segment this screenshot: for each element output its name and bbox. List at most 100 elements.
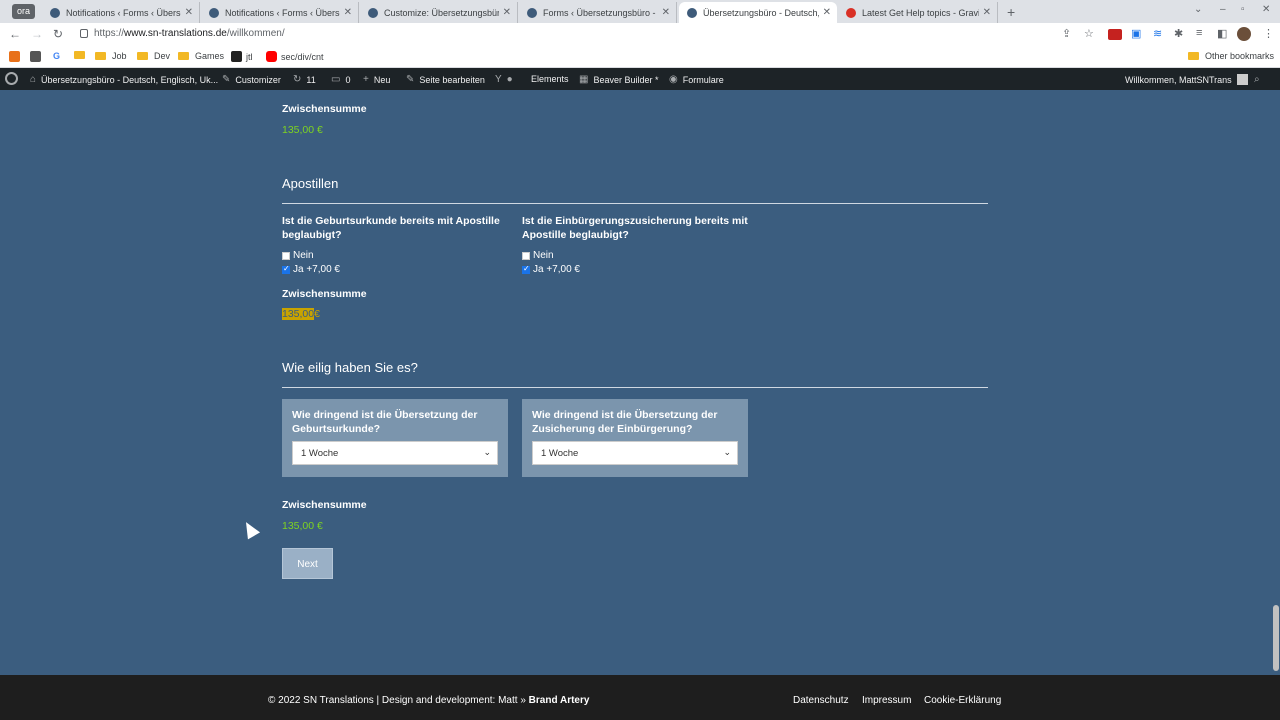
checkbox-birth-yes[interactable]: Ja +7,00 € [282,264,340,275]
address-bar-row: ← → ↻ https://www.sn-translations.de/wil… [0,23,1280,46]
bookmark-folder-unnamed[interactable] [74,51,91,59]
bookmark-apps[interactable] [9,51,24,62]
close-tab-icon[interactable]: ✕ [344,7,352,18]
footer-link-datenschutz[interactable]: Datenschutz [793,695,849,706]
wp-updates[interactable]: ↻ 11 [293,74,316,85]
tab-forms[interactable]: Forms ‹ Übersetzungsbüro - D ✕ [519,2,677,23]
select-value: 1 Woche [541,448,579,459]
wp-updates-count: 11 [306,74,316,85]
brand-artery-link[interactable]: Brand Artery [529,695,590,706]
tab-title: Notifications ‹ Forms ‹ Überse [225,7,340,18]
tab-active-site[interactable]: Übersetzungsbüro - Deutsch, E ✕ [679,2,837,23]
wp-yoast[interactable]: Y ● [495,74,518,85]
urgency-panel-naturalization: Wie dringend ist die Übersetzung der Zus… [522,399,748,477]
bookmarks-bar: G Job Dev Games jtl sec/div/cnt Other bo… [0,46,1280,68]
bookmark-jtl[interactable]: jtl [231,51,253,62]
close-tab-icon[interactable]: ✕ [503,7,511,18]
wp-new[interactable]: + Neu [363,74,390,85]
reload-icon[interactable]: ↻ [53,27,63,41]
wp-customizer[interactable]: ✎ Customizer [222,74,281,85]
checkbox-naturalization-no[interactable]: Nein [522,250,554,261]
wp-site-name[interactable]: ⌂ Übersetzungsbüro - Deutsch, Englisch, U… [30,74,218,85]
reading-list-icon[interactable]: ≡ [1196,27,1202,39]
subtotal-value-highlighted: 135,00€ [282,308,320,320]
close-tab-icon[interactable]: ✕ [185,7,193,18]
plus-icon: + [363,74,369,85]
wordpress-logo-icon[interactable] [5,72,18,85]
close-tab-icon[interactable]: ✕ [823,7,831,18]
extension-wave-icon[interactable]: ≋ [1153,27,1162,40]
close-tab-icon[interactable]: ✕ [662,7,670,18]
footer-link-impressum[interactable]: Impressum [862,695,911,706]
forward-icon[interactable]: → [31,27,43,41]
new-tab-icon[interactable]: + [1007,4,1015,20]
url-field[interactable]: https://www.sn-translations.de/willkomme… [94,28,285,39]
bookmark-youtube[interactable]: sec/div/cnt [266,51,324,62]
wp-elements[interactable]: Elements [531,74,569,84]
wp-edit-page-label: Seite bearbeiten [419,74,485,85]
other-bookmarks[interactable]: Other bookmarks [1188,51,1274,61]
comment-icon: ▭ [331,74,341,85]
urgency-select-naturalization[interactable]: 1 Woche ⌄ [532,441,738,465]
checkbox-box[interactable] [522,251,530,260]
status-dot-icon: ● [506,74,513,85]
lock-icon[interactable] [80,29,88,38]
checkbox-box-checked[interactable] [522,264,530,274]
gravity-forms-icon: ◉ [669,74,678,85]
checkbox-label: Nein [293,250,314,261]
checkbox-birth-no[interactable]: Nein [282,250,314,261]
wordpress-favicon-icon [209,7,219,18]
bookmark-star-icon[interactable]: ☆ [1084,27,1094,40]
apps-icon [9,51,20,62]
page-scrollbar[interactable] [1272,90,1280,675]
wp-edit-page[interactable]: ✎ Seite bearbeiten [406,74,485,85]
tab-gravity-help[interactable]: Latest Get Help topics - Gravi ✕ [838,2,998,23]
brush-icon: ✎ [222,74,231,85]
folder-icon [137,52,148,60]
folder-icon [74,51,85,59]
profile-avatar[interactable] [1237,27,1251,41]
minimize-icon[interactable]: – [1220,4,1226,15]
close-window-icon[interactable]: ✕ [1262,4,1270,15]
checkbox-box[interactable] [282,251,290,260]
bookmark-job[interactable]: Job [95,51,127,61]
checkbox-label: Ja +7,00 € [293,264,340,275]
chevron-down-icon: ⌄ [483,447,491,457]
tab-title: Forms ‹ Übersetzungsbüro - D [543,7,658,18]
wp-user-account[interactable]: Willkommen, MattSNTrans [1125,74,1248,85]
tab-notifications-1[interactable]: Notifications ‹ Forms ‹ Überse ✕ [42,2,200,23]
site-footer: © 2022 SN Translations | Design and deve… [0,675,1280,720]
profile-button[interactable]: ora [12,4,35,19]
extensions-puzzle-icon[interactable]: ✱ [1174,27,1183,40]
next-button[interactable]: Next [282,548,333,579]
tab-search-icon[interactable]: ⌄ [1194,4,1202,15]
folder-icon [95,52,106,60]
tab-customize[interactable]: Customize: Übersetzungsbüro ✕ [360,2,518,23]
share-icon[interactable]: ⇪ [1062,27,1071,40]
menu-kebab-icon[interactable]: ⋮ [1263,27,1274,40]
bookmark-dev[interactable]: Dev [137,51,170,61]
urgency-select-birth[interactable]: 1 Woche ⌄ [292,441,498,465]
bookmark-label: jtl [246,51,253,62]
tab-notifications-2[interactable]: Notifications ‹ Forms ‹ Überse ✕ [201,2,359,23]
close-tab-icon[interactable]: ✕ [983,7,991,18]
scrollbar-thumb[interactable] [1273,605,1279,671]
checkbox-box-checked[interactable] [282,264,290,274]
subtotal-currency: € [314,308,320,320]
extension-red-icon[interactable] [1108,29,1122,40]
wp-comments[interactable]: ▭ 0 [331,74,350,85]
back-icon[interactable]: ← [9,27,21,41]
wp-search[interactable]: ⌕ [1254,74,1265,85]
bookmark-panda[interactable] [30,51,45,62]
wp-beaver-builder[interactable]: ▦ Beaver Builder * [579,74,659,85]
updates-icon: ↻ [293,74,302,85]
bookmark-games[interactable]: Games [178,51,224,61]
extension-screen-icon[interactable]: ▣ [1131,27,1141,40]
maximize-icon[interactable]: ▫ [1241,4,1245,15]
side-panel-icon[interactable]: ◧ [1217,27,1227,40]
bookmark-google[interactable]: G [53,51,60,61]
wordpress-favicon-icon [687,7,697,18]
footer-link-cookie[interactable]: Cookie-Erklärung [924,695,1001,706]
wp-formulare[interactable]: ◉ Formulare [669,74,724,85]
checkbox-naturalization-yes[interactable]: Ja +7,00 € [522,264,580,275]
